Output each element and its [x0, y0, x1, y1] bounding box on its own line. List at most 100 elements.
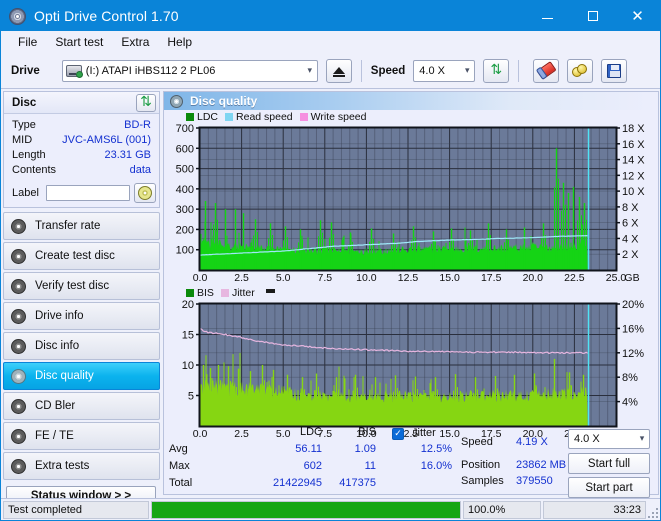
stats-ldc-total: 21422945: [273, 477, 322, 489]
x-tick-label: 17.5: [480, 272, 502, 284]
disc-field-length-key: Length: [12, 148, 46, 161]
svg-text:4%: 4%: [622, 397, 638, 409]
disc-label-input[interactable]: [46, 185, 131, 201]
drive-icon: [65, 64, 83, 78]
eject-icon: [332, 67, 345, 77]
disc-field-type-value: BD-R: [124, 118, 151, 131]
stats-jitter-max: 16.0%: [420, 460, 452, 472]
svg-text:2 X: 2 X: [622, 249, 639, 261]
ldc-chart: 100 200 300 400 500 600 700 2 X 4 X 6 X 8 X 10 X 12 …: [164, 124, 658, 272]
svg-text:16%: 16%: [622, 323, 644, 335]
legend-label-read-speed: Read speed: [236, 111, 293, 123]
disc-field-type-key: Type: [12, 118, 36, 131]
svg-text:15: 15: [182, 330, 194, 342]
menu-item-help[interactable]: Help: [158, 33, 201, 51]
x-tick-label: 22.5: [564, 272, 585, 284]
legend-item-write-speed: Write speed: [299, 111, 367, 123]
stats-area: LDC BIS Avg Max Total 56.11 602 21422945…: [164, 424, 658, 498]
jitter-label: Jitter: [412, 427, 436, 439]
stats-row-avg-label: Avg: [169, 443, 188, 455]
close-button[interactable]: ✕: [615, 1, 660, 31]
sidebar-item-extra-tests[interactable]: Extra tests: [3, 452, 160, 480]
svg-text:200: 200: [176, 224, 194, 236]
sidebar-item-disc-quality[interactable]: Disc quality: [3, 362, 160, 390]
disc-label-browse-button[interactable]: [133, 183, 156, 203]
legend-label-ldc: LDC: [197, 111, 219, 123]
sidebar-item-verify-test-disc[interactable]: Verify test disc: [3, 272, 160, 300]
sidebar-item-disc-info[interactable]: Disc info: [3, 332, 160, 360]
test-speed-select[interactable]: 4.0 X ▾: [568, 429, 650, 449]
bis-chart-svg: 5 10 15 20 4% 8% 12% 16% 20%: [182, 300, 644, 428]
disc-panel-header: Disc ⇅: [4, 92, 159, 114]
minimize-button[interactable]: [525, 1, 570, 31]
legend-swatch-read-speed: [225, 113, 234, 121]
disc-refresh-button[interactable]: ⇅: [136, 93, 156, 112]
legend-swatch-bis: [186, 289, 194, 297]
menu-item-extra[interactable]: Extra: [112, 33, 158, 51]
toolbar-divider-1: [360, 59, 362, 82]
svg-text:4 X: 4 X: [622, 233, 639, 245]
sidebar-item-drive-info[interactable]: Drive info: [3, 302, 160, 330]
sidebar-item-fe-te[interactable]: FE / TE: [3, 422, 160, 450]
disc-icon: [11, 218, 26, 234]
legend-label-bis: BIS: [197, 287, 214, 299]
legend-item-ldc: LDC: [186, 111, 218, 123]
disc-panel-title: Disc: [12, 96, 37, 109]
sidebar-item-label: Verify test disc: [35, 280, 110, 292]
eraser-icon: [536, 61, 557, 80]
toolbar-divider-2: [518, 59, 520, 82]
svg-text:10: 10: [182, 360, 194, 372]
refresh-button[interactable]: ⇅: [483, 58, 510, 83]
disc-quality-panel: Disc quality LDC Read speed Write speed …: [163, 91, 659, 498]
stats-row-total-label: Total: [169, 477, 193, 489]
disc-quality-icon: [170, 94, 183, 108]
start-full-button[interactable]: Start full: [568, 453, 650, 474]
svg-text:14 X: 14 X: [622, 155, 645, 167]
svg-text:700: 700: [176, 124, 194, 135]
maximize-button[interactable]: [570, 1, 615, 31]
app-icon: [9, 7, 26, 25]
progress-fill: [152, 501, 460, 518]
sidebar-item-transfer-rate[interactable]: Transfer rate: [3, 212, 160, 240]
sidebar-item-label: Disc quality: [35, 370, 94, 382]
legend-swatch-ldc: [186, 113, 194, 121]
eject-button[interactable]: [325, 58, 352, 83]
erase-button[interactable]: [533, 58, 560, 83]
sidebar-item-create-test-disc[interactable]: Create test disc: [3, 242, 160, 270]
settings-button[interactable]: [567, 58, 594, 83]
svg-text:16 X: 16 X: [622, 139, 645, 151]
menu-item-file[interactable]: File: [9, 33, 46, 51]
svg-text:300: 300: [176, 204, 194, 216]
sidebar-item-cd-bler[interactable]: CD Bler: [3, 392, 160, 420]
legend-item-read-speed: Read speed: [225, 111, 293, 123]
close-icon: ✕: [631, 6, 644, 25]
drive-select[interactable]: (I:) ATAPI iHBS112 2 PL06 ▾: [61, 59, 318, 82]
disc-field-contents-key: Contents: [12, 163, 57, 176]
save-button[interactable]: [601, 58, 628, 83]
status-bar: Test completed 100.0% 33:23: [1, 498, 660, 520]
x-tick-label: 10.0: [356, 272, 377, 284]
sidebar-item-label: FE / TE: [35, 430, 74, 442]
disc-label-key: Label: [12, 187, 39, 199]
legend-item-bis: BIS: [186, 287, 214, 299]
speed-select[interactable]: 4.0 X ▾: [413, 59, 476, 82]
start-part-button[interactable]: Start part: [568, 477, 650, 498]
jitter-checkbox[interactable]: ✓: [392, 428, 404, 440]
resize-grip[interactable]: [648, 508, 658, 518]
legend-swatch-jitter: [220, 289, 229, 297]
x-tick-label: 15.0: [439, 272, 460, 284]
svg-text:400: 400: [176, 184, 194, 196]
drive-label: Drive: [11, 64, 40, 77]
ldc-chart-xaxis: 0.0 2.5 5.0 7.5 10.0 12.5 15.0 17.5 20.0 22.5 25.0…: [164, 272, 658, 285]
bis-chart: 5 10 15 20 4% 8% 12% 16% 20%: [164, 300, 658, 428]
menu-bar: File Start test Extra Help: [1, 31, 660, 53]
disc-field-contents: Contents data: [12, 162, 151, 177]
disc-icon: [11, 338, 26, 354]
refresh-icon: ⇅: [490, 62, 503, 78]
menu-item-start-test[interactable]: Start test: [46, 33, 112, 51]
elapsed-time: 33:23: [543, 500, 646, 519]
disc-icon: [11, 308, 26, 324]
marker-icon: [265, 288, 275, 293]
chevron-down-icon: ▾: [639, 434, 645, 444]
x-tick-label: 7.5: [317, 272, 333, 284]
